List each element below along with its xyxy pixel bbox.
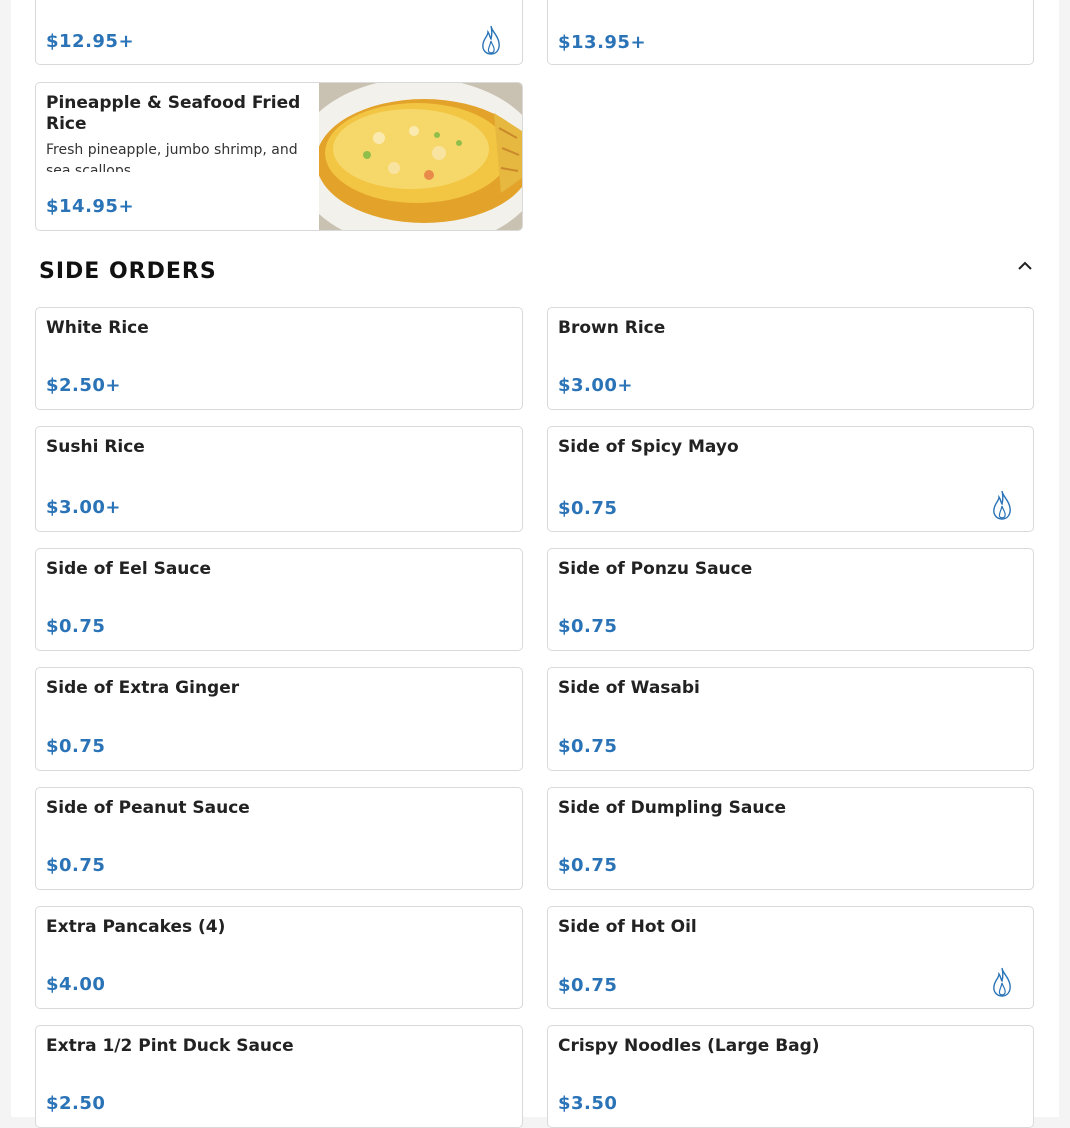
item-name: Side of Spicy Mayo [558,437,739,457]
spicy-flame-icon [482,25,500,55]
menu-item-card[interactable]: $12.95+ [35,0,523,65]
item-name: Side of Peanut Sauce [46,798,250,818]
side-order-card[interactable]: Side of Peanut Sauce $0.75 [35,787,523,890]
side-order-card[interactable]: Side of Spicy Mayo $0.75 [547,426,1034,532]
item-price: $2.50 [46,1093,106,1114]
item-name: Side of Hot Oil [558,917,697,937]
item-name: Sushi Rice [46,437,145,457]
item-price: $3.00+ [558,375,634,396]
side-order-card[interactable]: Side of Hot Oil $0.75 [547,906,1034,1009]
item-price: $14.95+ [46,196,135,217]
item-price: $0.75 [558,855,618,876]
item-name: Side of Extra Ginger [46,678,240,698]
fried-rice-photo [319,83,522,230]
side-order-card[interactable]: Brown Rice $3.00+ [547,307,1034,410]
item-price: $0.75 [558,498,618,519]
item-name: Crispy Noodles (Large Bag) [558,1036,820,1056]
item-price: $0.75 [46,616,106,637]
item-name: White Rice [46,318,149,338]
section-title: SIDE ORDERS [39,259,217,284]
spicy-flame-icon [993,490,1011,520]
item-price: $13.95+ [558,32,647,53]
item-price: $0.75 [46,736,106,757]
side-order-card[interactable]: Side of Wasabi $0.75 [547,667,1034,771]
item-name: Extra 1/2 Pint Duck Sauce [46,1036,294,1056]
item-name: Side of Ponzu Sauce [558,559,753,579]
side-order-card[interactable]: Extra 1/2 Pint Duck Sauce $2.50 [35,1025,523,1128]
side-order-card[interactable]: Side of Eel Sauce $0.75 [35,548,523,651]
menu-page: $12.95+ $13.95+ Pineapple & Seafood Frie… [11,0,1059,1128]
item-description: Fresh pineapple, jumbo shrimp, and sea s… [46,142,298,172]
side-order-card[interactable]: Side of Ponzu Sauce $0.75 [547,548,1034,651]
chevron-up-icon[interactable] [1014,256,1036,276]
item-name: Side of Dumpling Sauce [558,798,787,818]
side-order-card[interactable]: Side of Dumpling Sauce $0.75 [547,787,1034,890]
item-name: Pineapple & Seafood Fried Rice [46,93,301,133]
item-price: $3.00+ [46,497,122,518]
side-order-card[interactable]: Crispy Noodles (Large Bag) $3.50 [547,1025,1034,1128]
side-order-card[interactable]: White Rice $2.50+ [35,307,523,410]
item-price: $0.75 [558,736,618,757]
item-name: Extra Pancakes (4) [46,917,226,937]
item-name: Side of Eel Sauce [46,559,211,579]
item-name: Side of Wasabi [558,678,700,698]
item-name: Brown Rice [558,318,666,338]
menu-item-card[interactable]: $13.95+ [547,0,1034,65]
item-price: $0.75 [558,616,618,637]
item-price: $12.95+ [46,31,135,52]
item-price: $0.75 [558,975,618,996]
item-price: $2.50+ [46,375,122,396]
side-order-card[interactable]: Extra Pancakes (4) $4.00 [35,906,523,1009]
side-order-card[interactable]: Side of Extra Ginger $0.75 [35,667,523,771]
spicy-flame-icon [993,967,1011,997]
item-price: $4.00 [46,974,106,995]
menu-item-card-featured[interactable]: Pineapple & Seafood Fried Rice Fresh pin… [35,82,523,231]
item-price: $0.75 [46,855,106,876]
item-price: $3.50 [558,1093,618,1114]
side-order-card[interactable]: Sushi Rice $3.00+ [35,426,523,532]
